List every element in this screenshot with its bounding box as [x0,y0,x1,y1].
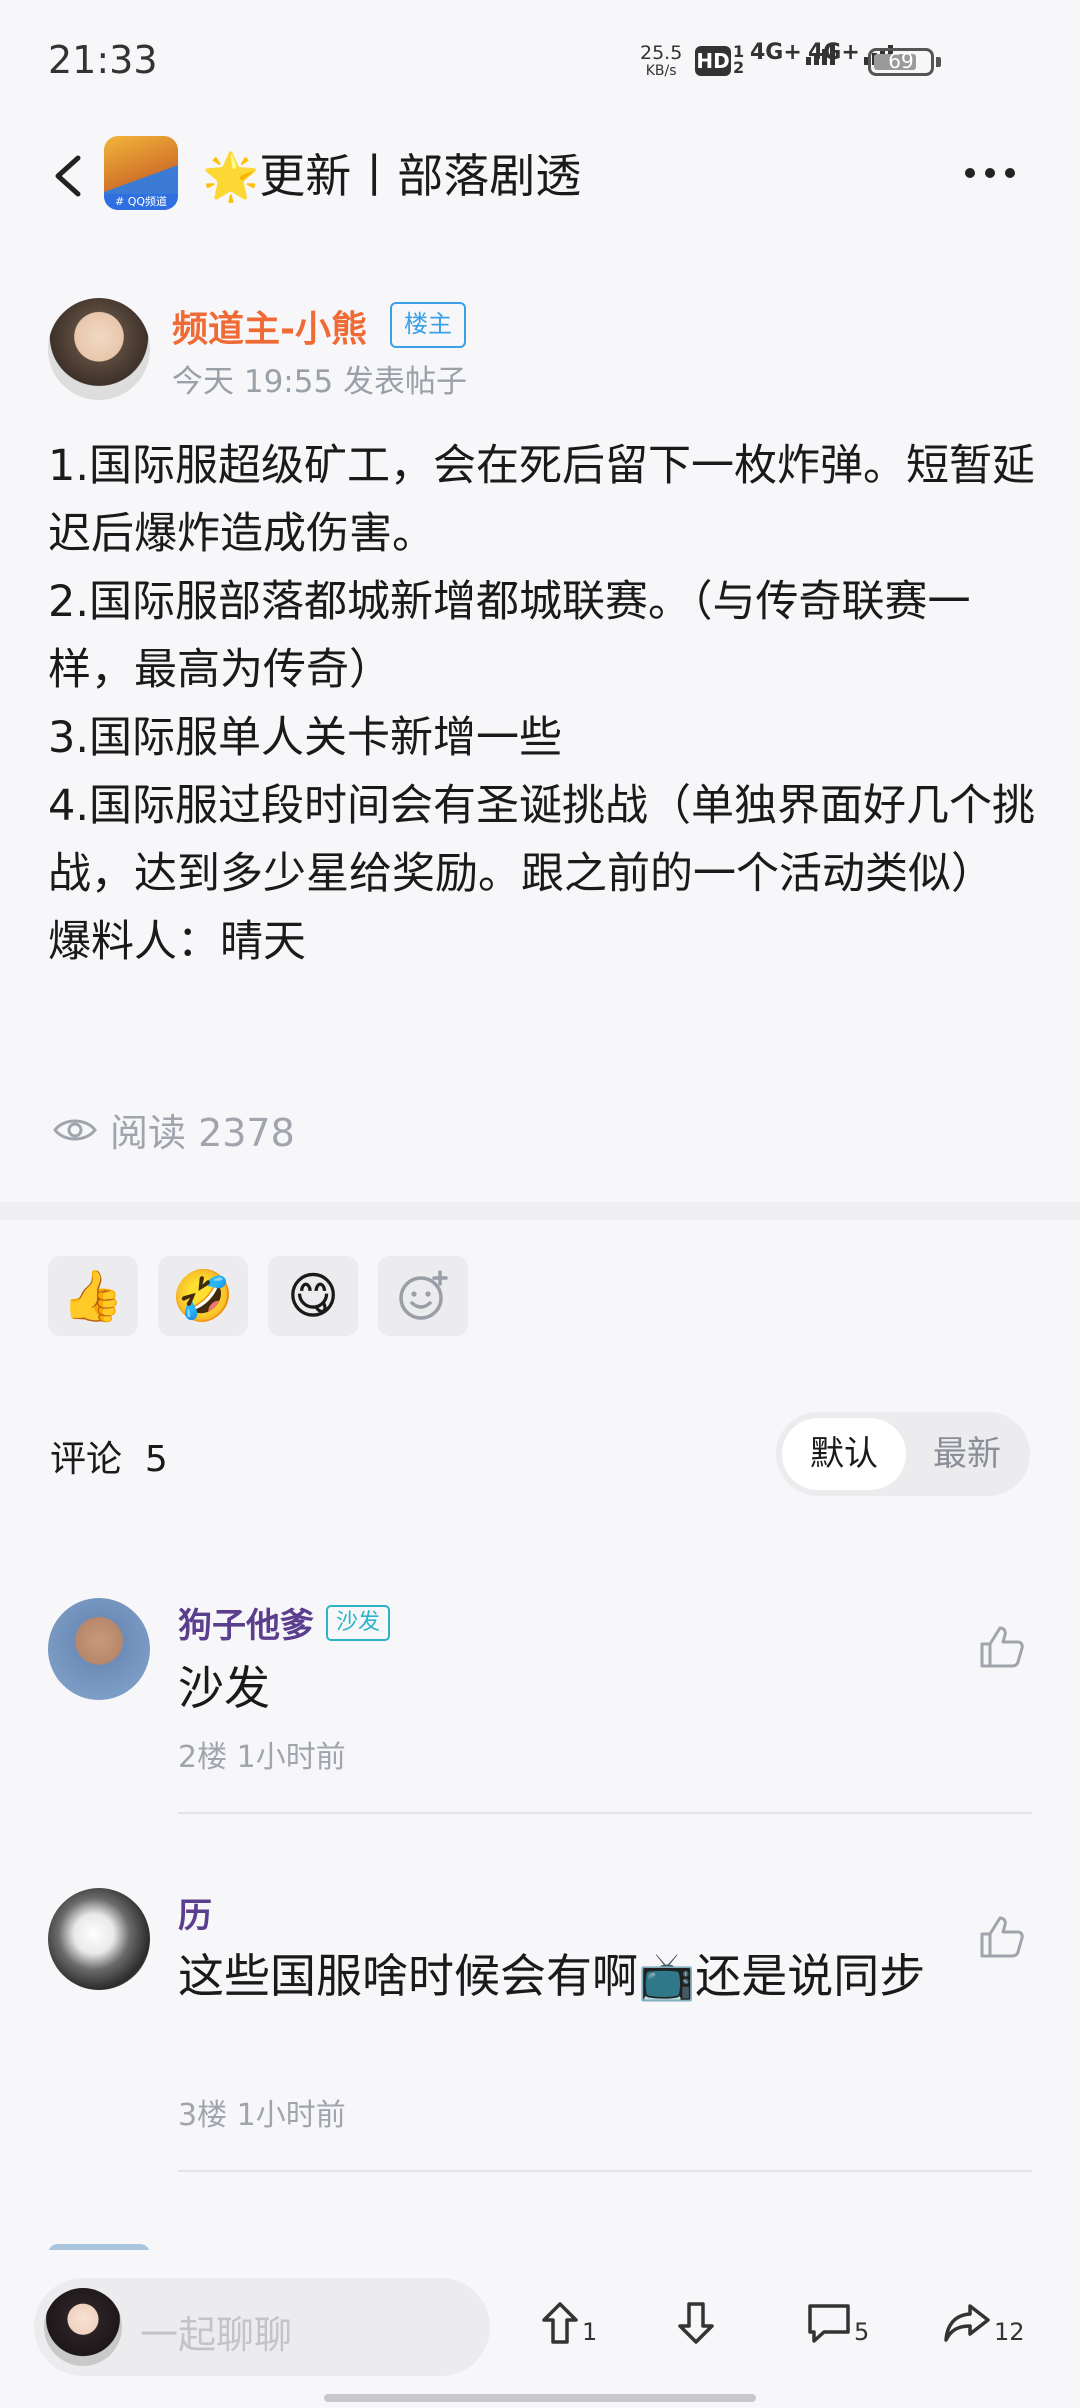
share-button[interactable]: 12 [942,2300,1025,2346]
sort-latest-button[interactable]: 最新 [910,1418,1024,1490]
read-count-text: 阅读 2378 [110,1111,295,1155]
eye-icon [53,1119,97,1140]
comment-meta: 2楼 1小时前 [178,1740,346,1775]
net-speed: 25.5 KB/s [640,44,682,80]
status-bar: 21:33 25.5 KB/s HD 12 4G+ 4G+ 69 [0,0,1080,110]
home-indicator[interactable] [324,2394,756,2402]
op-badge: 楼主 [390,302,466,348]
upvote-button[interactable]: 1 [540,2300,597,2346]
comment-text-part: 这些国服啥时候会有啊 [178,1949,638,2003]
top-nav-bar: # QQ频道 🌟更新丨部落剧透 [0,110,1080,240]
more-dots-icon [965,168,1015,178]
chevron-left-icon [55,155,81,197]
post-line: 4.国际服过段时间会有圣诞挑战（单独界面好几个挑战，达到多少星给奖励。跟之前的一… [48,781,1036,899]
comment-meta: 3楼 1小时前 [178,2098,346,2133]
comment-sort-toggle: 默认 最新 [776,1412,1030,1496]
comment-header: 历 [178,1888,212,1937]
sim1-label: 4G+ [750,40,802,65]
sort-default-button[interactable]: 默认 [782,1418,906,1490]
add-emoji-icon [399,1270,448,1320]
comment-like-button[interactable] [978,1912,1026,1960]
battery-level: 69 [888,49,914,73]
page-title: 🌟更新丨部落剧透 [202,149,582,203]
tv-emoji-icon: 📺 [638,1949,696,2003]
net-speed-value: 25.5 [640,42,683,64]
comment-separator [178,1812,1032,1814]
commenter-name[interactable]: 狗子他爹 [178,1598,314,1647]
sim2-label: 4G+ [808,40,860,65]
comment-text: 沙发 [178,1661,270,1715]
comment-avatar[interactable] [48,1888,150,1990]
bottom-action-bar: 一起聊聊 1 5 12 [0,2250,1080,2408]
arrow-down-icon [678,2302,714,2344]
thumbs-up-emoji-icon: 👍 [61,1266,125,1325]
arrow-up-icon [542,2302,578,2344]
comment-text-part: 还是说同步 [695,1949,926,2003]
net-speed-unit: KB/s [645,63,677,79]
author-avatar[interactable] [48,298,150,400]
channel-logo-label: # QQ频道 [104,194,178,210]
status-time: 21:33 [48,38,158,82]
comment-count: 5 [854,2318,870,2346]
author-name[interactable]: 频道主-小熊 [172,300,367,352]
add-reaction-button[interactable] [378,1256,468,1336]
post-body: 1.国际服超级矿工，会在死后留下一枚炸弹。短暂延迟后爆炸造成伤害。 2.国际服部… [48,432,1038,976]
comment-text: 这些国服啥时候会有啊📺还是说同步 [178,1942,938,2010]
back-button[interactable] [44,146,94,206]
downvote-button[interactable] [676,2300,716,2346]
commenter-name[interactable]: 历 [178,1896,212,1936]
comment-bubble-icon [808,2304,850,2343]
post-line: 3.国际服单人关卡新增一些 [48,713,563,763]
share-arrow-icon [944,2304,990,2342]
post-time: 今天 19:55 发表帖子 [172,364,468,400]
post-line: 爆料人：晴天 [48,917,306,967]
reaction-laugh-cry[interactable]: 🤣 [158,1256,248,1336]
comment-separator [178,2170,1032,2172]
hd-icon: HD [695,46,731,76]
my-avatar [44,2288,122,2366]
comment-input[interactable]: 一起聊聊 [34,2278,490,2376]
yum-emoji-icon: 😋 [286,1267,340,1325]
comment-avatar[interactable] [48,1598,150,1700]
share-count: 12 [994,2318,1025,2346]
comment-header: 狗子他爹 沙发 [178,1598,391,1647]
comment-like-button[interactable] [978,1622,1026,1670]
comment-input-placeholder: 一起聊聊 [140,2313,293,2357]
battery-icon: 69 [868,48,941,76]
thumbs-up-icon [980,1916,1024,1958]
reaction-yum[interactable]: 😋 [268,1256,358,1336]
thumbs-up-icon [980,1626,1024,1668]
dual-sim-icon: 12 [733,42,745,77]
post-line: 2.国际服部落都城新增都城联赛。（与传奇联赛一样，最高为传奇） [48,577,971,695]
channel-logo[interactable]: # QQ频道 [104,136,178,210]
comment-count-label: 评论 5 [50,1439,168,1480]
reaction-thumbs-up[interactable]: 👍 [48,1256,138,1336]
sofa-badge: 沙发 [326,1604,391,1641]
section-divider [0,1202,1080,1220]
comment-button[interactable]: 5 [806,2300,869,2346]
upvote-count: 1 [582,2318,598,2346]
post-line: 1.国际服超级矿工，会在死后留下一枚炸弹。短暂延迟后爆炸造成伤害。 [48,441,1036,559]
more-button[interactable] [960,158,1020,188]
laugh-cry-emoji-icon: 🤣 [171,1266,235,1325]
read-count: 阅读 2378 [52,1102,295,1157]
